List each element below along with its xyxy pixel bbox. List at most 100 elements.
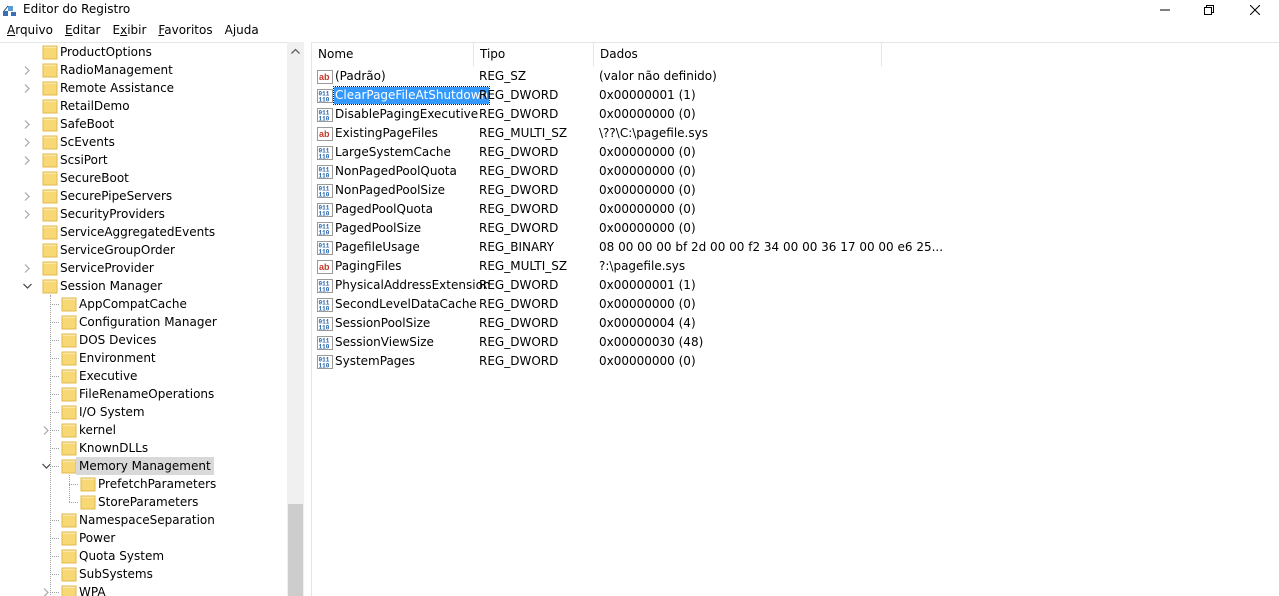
value-type: REG_MULTI_SZ — [479, 126, 568, 140]
tree-item[interactable]: RetailDemo — [0, 97, 288, 115]
column-header-name[interactable]: Nome — [312, 43, 474, 66]
tree-connector — [50, 340, 59, 341]
value-row[interactable]: ab PagingFiles REG_MULTI_SZ ?:\pagefile.sys — [312, 257, 1279, 276]
tree-item[interactable]: Environment — [0, 349, 288, 367]
tree-item[interactable]: SecurePipeServers — [0, 187, 288, 205]
tree-item-label: StoreParameters — [98, 495, 199, 509]
tree-item[interactable]: FileRenameOperations — [0, 385, 288, 403]
tree-item-label: ScEvents — [60, 135, 115, 149]
scrollbar-thumb[interactable] — [288, 504, 303, 596]
tree-item-label: Quota System — [79, 549, 165, 563]
value-row[interactable]: ab (Padrão) REG_SZ (valor não definido) — [312, 67, 1279, 86]
chevron-right-icon[interactable] — [21, 205, 33, 223]
tree-item-label: ServiceGroupOrder — [60, 243, 175, 257]
folder-icon — [42, 279, 58, 294]
tree-item[interactable]: Quota System — [0, 547, 288, 565]
tree-item[interactable]: Executive — [0, 367, 288, 385]
folder-icon — [61, 459, 77, 474]
chevron-down-icon[interactable] — [21, 277, 33, 295]
tree-item[interactable]: StoreParameters — [0, 493, 288, 511]
title-bar: Editor do Registro — [0, 0, 1279, 20]
tree-item-label: I/O System — [79, 405, 145, 419]
tree-connector — [50, 448, 59, 449]
menu-arquivo[interactable]: Arquivo — [0, 21, 58, 39]
minimize-icon — [1160, 9, 1170, 11]
value-data: 0x00000000 (0) — [599, 354, 696, 368]
tree-item[interactable]: SubSystems — [0, 565, 288, 583]
value-row[interactable]: 011 110 PagedPoolQuota REG_DWORD 0x00000000 … — [312, 200, 1279, 219]
tree-item[interactable]: ProductOptions — [0, 43, 288, 61]
value-row[interactable]: 011 110 SessionViewSize REG_DWORD 0x00000030… — [312, 333, 1279, 352]
tree-item[interactable]: Session Manager — [0, 277, 288, 295]
tree-item[interactable]: Memory Management — [0, 457, 288, 475]
value-row[interactable]: 011 110 PhysicalAddressExtension REG_DWORD 0… — [312, 276, 1279, 295]
tree-item[interactable]: WPA — [0, 583, 288, 596]
binary-value-icon: 011110 — [317, 355, 333, 370]
chevron-right-icon[interactable] — [21, 133, 33, 151]
close-icon — [1250, 5, 1260, 15]
value-row[interactable]: ab ExistingPageFiles REG_MULTI_SZ \??\C:\pa… — [312, 124, 1279, 143]
tree-connector — [50, 376, 59, 377]
tree-item[interactable]: Configuration Manager — [0, 313, 288, 331]
value-row[interactable]: 011 110 PagefileUsage REG_BINARY 08 00 00 00… — [312, 238, 1279, 257]
value-row[interactable]: 011 110 ClearPageFileAtShutdown REG_DWORD 0x… — [312, 86, 1279, 105]
tree-item[interactable]: ScEvents — [0, 133, 288, 151]
binary-value-icon: 011110 — [317, 89, 333, 104]
tree-item[interactable]: Remote Assistance — [0, 79, 288, 97]
value-row[interactable]: 011 110 PagedPoolSize REG_DWORD 0x00000000 (… — [312, 219, 1279, 238]
chevron-right-icon[interactable] — [21, 115, 33, 133]
tree-item-label: ProductOptions — [60, 45, 152, 59]
value-row[interactable]: 011 110 SystemPages REG_DWORD 0x00000000 (0) — [312, 352, 1279, 371]
chevron-right-icon[interactable] — [21, 151, 33, 169]
tree-item[interactable]: ServiceGroupOrder — [0, 241, 288, 259]
chevron-right-icon[interactable] — [21, 61, 33, 79]
value-row[interactable]: 011 110 SecondLevelDataCache REG_DWORD 0x000… — [312, 295, 1279, 314]
value-type: REG_DWORD — [479, 297, 559, 311]
tree-item[interactable]: ServiceAggregatedEvents — [0, 223, 288, 241]
menu-editar[interactable]: Editar — [58, 21, 106, 39]
chevron-right-icon[interactable] — [21, 187, 33, 205]
value-row[interactable]: 011 110 SessionPoolSize REG_DWORD 0x00000004… — [312, 314, 1279, 333]
tree-item[interactable]: kernel — [0, 421, 288, 439]
tree-item[interactable]: ServiceProvider — [0, 259, 288, 277]
value-row[interactable]: 011 110 LargeSystemCache REG_DWORD 0x0000000… — [312, 143, 1279, 162]
svg-text:110: 110 — [319, 154, 330, 161]
tree-item[interactable]: PrefetchParameters — [0, 475, 288, 493]
chevron-up-icon — [291, 48, 300, 54]
restore-button[interactable] — [1186, 0, 1232, 20]
menu-favoritos[interactable]: Favoritos — [151, 21, 217, 39]
tree-item[interactable]: SecureBoot — [0, 169, 288, 187]
tree-item[interactable]: ScsiPort — [0, 151, 288, 169]
value-type: REG_DWORD — [479, 335, 559, 349]
menu-exibir[interactable]: Exibir — [106, 21, 152, 39]
minimize-button[interactable] — [1142, 0, 1188, 20]
tree-item[interactable]: SafeBoot — [0, 115, 288, 133]
tree-connector — [50, 430, 59, 431]
value-name: SessionPoolSize — [335, 316, 431, 330]
value-type: REG_SZ — [479, 69, 527, 83]
value-row[interactable]: 011 110 NonPagedPoolSize REG_DWORD 0x0000000… — [312, 181, 1279, 200]
tree-item-label: Remote Assistance — [60, 81, 175, 95]
tree-item[interactable]: KnownDLLs — [0, 439, 288, 457]
tree-item[interactable]: NamespaceSeparation — [0, 511, 288, 529]
tree-item[interactable]: RadioManagement — [0, 61, 288, 79]
pane-splitter[interactable] — [304, 42, 311, 596]
column-header-data[interactable]: Dados — [594, 43, 882, 66]
tree-item[interactable]: I/O System — [0, 403, 288, 421]
value-row[interactable]: 011 110 NonPagedPoolQuota REG_DWORD 0x000000… — [312, 162, 1279, 181]
tree-scrollbar[interactable] — [287, 42, 304, 596]
key-tree[interactable]: ProductOptions RadioManagement Remote Assi… — [0, 42, 304, 596]
tree-item[interactable]: DOS Devices — [0, 331, 288, 349]
tree-item[interactable]: Power — [0, 529, 288, 547]
close-button[interactable] — [1232, 0, 1278, 20]
tree-item[interactable]: SecurityProviders — [0, 205, 288, 223]
scroll-up-button[interactable] — [287, 42, 304, 59]
column-header-type[interactable]: Tipo — [474, 43, 594, 66]
menu-ajuda[interactable]: Ajuda — [218, 21, 264, 39]
chevron-right-icon[interactable] — [21, 79, 33, 97]
value-name: NonPagedPoolSize — [335, 183, 446, 197]
value-row[interactable]: 011 110 DisablePagingExecutive REG_DWORD 0x0… — [312, 105, 1279, 124]
chevron-right-icon[interactable] — [21, 259, 33, 277]
tree-connector — [50, 538, 59, 539]
tree-item[interactable]: AppCompatCache — [0, 295, 288, 313]
